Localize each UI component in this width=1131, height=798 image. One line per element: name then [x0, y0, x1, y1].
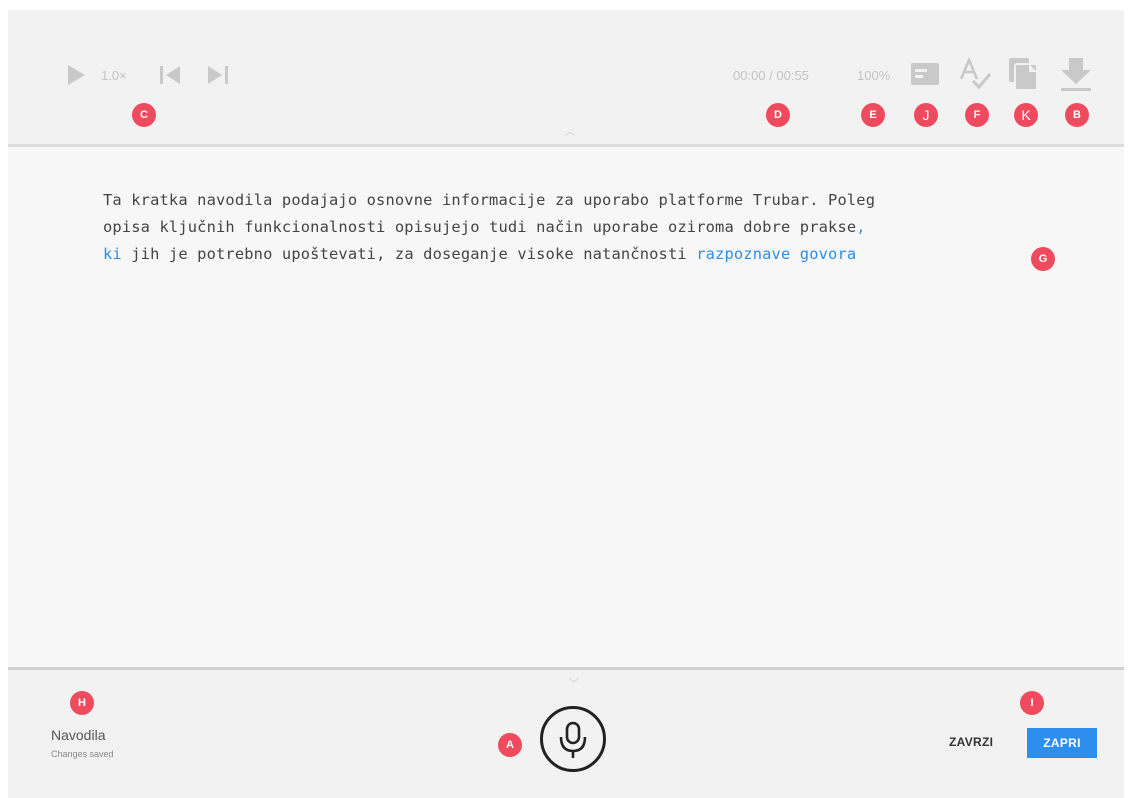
time-display: 00:00 / 00:55 [733, 68, 809, 83]
subtitles-icon[interactable] [910, 62, 940, 91]
badge-d: D [766, 103, 790, 127]
highlighted-word[interactable]: , [856, 218, 865, 236]
discard-button[interactable]: ZAVRZI [949, 735, 993, 749]
save-status: Changes saved [51, 749, 114, 759]
play-icon[interactable] [65, 63, 87, 92]
badge-k: K [1014, 103, 1038, 127]
transcript-text[interactable]: Ta kratka navodila podajajo osnovne info… [103, 187, 1063, 268]
badge-a: A [498, 733, 522, 757]
badge-b: B [1065, 103, 1089, 127]
transcript-editor[interactable]: Ta kratka navodila podajajo osnovne info… [8, 150, 1124, 667]
bottom-bar: ﹀ H Navodila Changes saved A I ZAVRZI ZA… [8, 667, 1124, 798]
badge-c: C [132, 103, 156, 127]
transcript-editor-app: 1.0× 00:00 / 00:55 100% ︿ C D E J F K B [8, 10, 1124, 798]
badge-i: I [1020, 691, 1044, 715]
skip-forward-icon[interactable] [206, 64, 230, 91]
zoom-level[interactable]: 100% [857, 68, 890, 83]
spellcheck-icon[interactable] [958, 56, 992, 96]
close-button[interactable]: ZAPRI [1027, 728, 1097, 758]
collapse-toolbar-icon[interactable]: ︿ [565, 123, 575, 138]
document-name: Navodila [51, 727, 106, 743]
microphone-button[interactable] [540, 706, 606, 772]
badge-g: G [1031, 247, 1055, 271]
download-icon[interactable] [1058, 56, 1094, 99]
highlighted-word[interactable]: ki [103, 245, 122, 263]
skip-back-icon[interactable] [158, 64, 182, 91]
copy-icon[interactable] [1007, 56, 1041, 97]
highlighted-word[interactable]: razpoznave govora [696, 245, 856, 263]
collapse-bottom-icon[interactable]: ﹀ [569, 675, 579, 690]
playback-speed[interactable]: 1.0× [101, 68, 127, 83]
badge-e: E [861, 103, 885, 127]
badge-f: F [965, 103, 989, 127]
transcript-line: Ta kratka navodila podajajo osnovne info… [103, 191, 876, 209]
player-toolbar: 1.0× 00:00 / 00:55 100% ︿ C D E J F K B [8, 10, 1124, 147]
transcript-line: opisa ključnih funkcionalnosti opisujejo… [103, 218, 866, 236]
transcript-line: ki jih je potrebno upoštevati, za dosega… [103, 245, 857, 263]
microphone-icon [559, 721, 587, 758]
badge-h: H [70, 691, 94, 715]
badge-j: J [914, 103, 938, 127]
